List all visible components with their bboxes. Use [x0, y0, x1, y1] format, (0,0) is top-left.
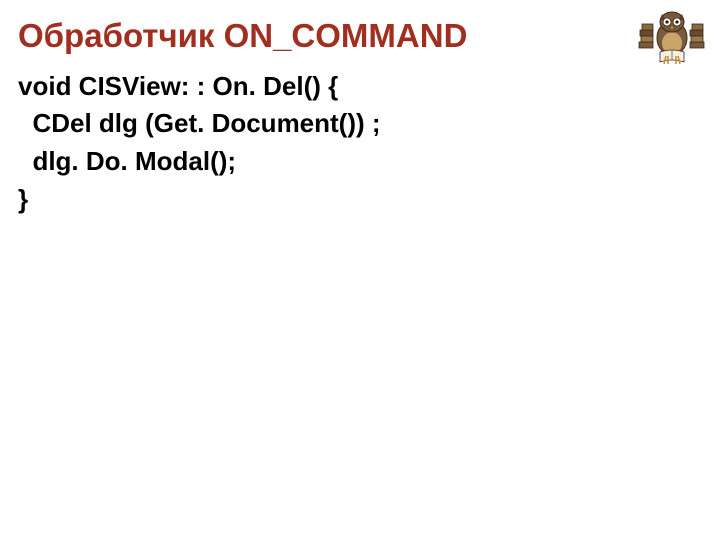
code-line-1: void CISView: : On. Del() { — [18, 71, 338, 101]
owl-books-icon — [638, 8, 706, 66]
slide: Обработчик ON_COMMAND void CISView: : On… — [0, 0, 720, 540]
code-line-3: dlg. Do. Modal(); — [18, 146, 236, 176]
slide-title: Обработчик ON_COMMAND — [18, 16, 702, 56]
code-line-4: } — [18, 184, 28, 214]
code-block: void CISView: : On. Del() { CDel dlg (Ge… — [18, 68, 702, 219]
code-line-2: CDel dlg (Get. Document()) ; — [18, 108, 381, 138]
